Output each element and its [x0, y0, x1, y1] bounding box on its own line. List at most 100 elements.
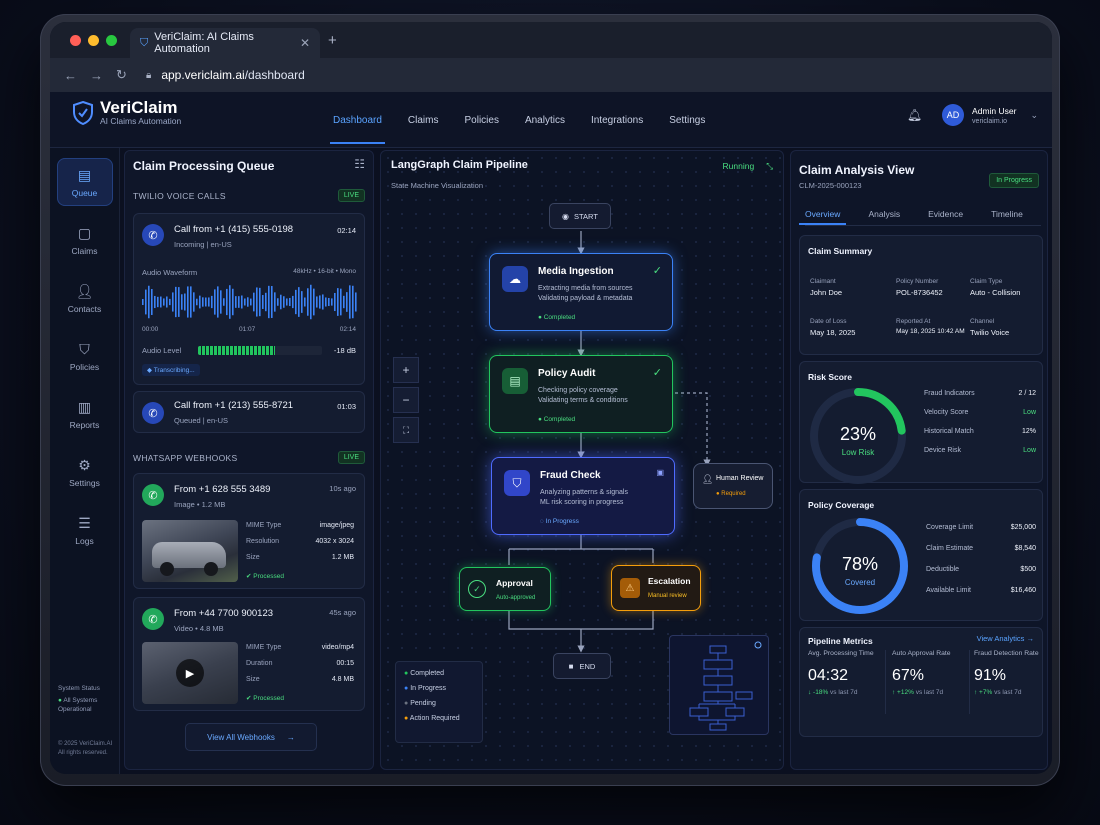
- waveform-bar: [154, 295, 156, 309]
- sidebar-item-claims[interactable]: ▢ Claims: [57, 216, 113, 264]
- summary-field: Claimant John Doe: [810, 278, 842, 297]
- sidebar-item-queue[interactable]: ▤ Queue: [56, 158, 113, 206]
- summary-field: Date of Loss May 18, 2025: [810, 318, 855, 337]
- brand-logo[interactable]: VeriClaim AI Claims Automation: [72, 99, 182, 126]
- live-badge: LIVE: [337, 189, 365, 202]
- metric-value: 91%: [974, 667, 1007, 684]
- row-value: 2 / 12: [1018, 390, 1036, 397]
- approval-node[interactable]: ✓ Approval Auto-approved: [459, 567, 551, 611]
- node-status-text: Completed: [543, 314, 576, 321]
- bell-icon[interactable]: 🔔︎: [907, 108, 922, 122]
- nav-integrations[interactable]: Integrations: [578, 92, 656, 148]
- escalation-node[interactable]: ⚠ Escalation Manual review: [611, 565, 701, 611]
- waveform-bar: [355, 292, 357, 312]
- nav-policies[interactable]: Policies: [451, 92, 511, 148]
- waveform-bar: [346, 292, 348, 312]
- shield-check-icon: ⛉: [504, 470, 530, 496]
- url-field[interactable]: app.vericlaim.ai/dashboard: [161, 68, 304, 82]
- call-card[interactable]: ✆ Call from +1 (415) 555-0198 Incoming |…: [133, 213, 365, 385]
- reload-icon[interactable]: ↻: [116, 67, 136, 83]
- media-ingestion-node[interactable]: ☁ Media Ingestion ✓ Extracting media fro…: [489, 253, 673, 331]
- sidebar-item-policies[interactable]: ⛉ Policies: [57, 332, 113, 380]
- legend-dot: ●: [404, 670, 409, 677]
- sidebar-item-contacts[interactable]: 👤︎ Contacts: [57, 274, 113, 322]
- view-all-webhooks-button[interactable]: View All Webhooks →: [185, 723, 317, 751]
- new-tab-icon[interactable]: +: [328, 32, 337, 49]
- browser-tab[interactable]: ⛉ VeriClaim: AI Claims Automation ✕: [130, 28, 320, 58]
- pipeline-metrics-card: Pipeline Metrics View Analytics → Avg. P…: [799, 627, 1043, 737]
- metric-delta-period: vs last 7d: [915, 689, 944, 696]
- call-card[interactable]: ✆ Call from +1 (213) 555-8721 Queued | e…: [133, 391, 365, 433]
- node-desc: Checking policy coverage Validating terms…: [538, 386, 628, 406]
- waveform-bar: [151, 289, 153, 315]
- user-name: Admin User: [972, 105, 1017, 116]
- node-desc-line: Analyzing patterns & signals: [540, 489, 628, 496]
- system-status-title: System Status: [58, 685, 100, 692]
- close-tab-icon[interactable]: ✕: [300, 36, 310, 50]
- nav-dashboard[interactable]: Dashboard: [320, 92, 395, 148]
- fit-view-button[interactable]: ⛶: [393, 417, 419, 443]
- user-menu[interactable]: 🔔︎ AD Admin User vericlaim.io ⌄: [907, 104, 1038, 126]
- end-node[interactable]: ■ END: [553, 653, 611, 679]
- sidebar-item-logs[interactable]: ☰ Logs: [57, 506, 113, 554]
- minimap[interactable]: [669, 635, 769, 735]
- waveform-bar: [298, 287, 300, 317]
- forward-icon[interactable]: →: [90, 68, 110, 83]
- tab-evidence[interactable]: Evidence: [928, 209, 963, 219]
- play-button-icon[interactable]: ▶: [176, 659, 204, 687]
- waveform-spec: 48kHz • 16-bit • Mono: [293, 268, 356, 275]
- tab-analysis[interactable]: Analysis: [868, 209, 900, 219]
- back-icon[interactable]: ←: [64, 68, 84, 83]
- metric-delta-value: ↑ +12%: [892, 689, 914, 696]
- section-title-whatsapp: WHATSAPP WEBHOOKS: [133, 453, 238, 463]
- brand-tagline: AI Claims Automation: [100, 116, 182, 126]
- webhook-from: From +1 628 555 3489: [174, 484, 271, 495]
- webhook-card[interactable]: ✆ From +1 628 555 3489 Image • 1.2 MB 10…: [133, 473, 365, 589]
- meta-key: Resolution: [246, 538, 280, 545]
- sidebar-item-settings[interactable]: ⚙︎ Settings: [57, 448, 113, 496]
- view-analytics-link[interactable]: View Analytics →: [977, 634, 1034, 643]
- sidebar-item-label: Contacts: [67, 303, 102, 314]
- waveform-bar: [307, 288, 309, 316]
- sidebar-item-label: Logs: [75, 535, 94, 546]
- waveform-bar: [190, 286, 192, 318]
- metric-value: 04:32: [808, 667, 849, 684]
- play-circle-icon: ◉: [562, 211, 570, 221]
- nav-analytics[interactable]: Analytics: [512, 92, 578, 148]
- waveform-bar: [322, 294, 324, 310]
- filter-icon[interactable]: ☷: [354, 157, 365, 171]
- waveform-bar: [229, 285, 231, 319]
- summary-field: Claim Type Auto - Collision: [970, 278, 1020, 297]
- waveform-bar: [271, 286, 273, 318]
- legend-item: Action Required: [409, 715, 460, 722]
- human-review-node[interactable]: 👤︎ Human Review ● Required: [693, 463, 773, 509]
- start-node[interactable]: ◉ START: [549, 203, 611, 229]
- avatar: AD: [942, 104, 965, 126]
- tab-overview[interactable]: Overview: [798, 209, 847, 225]
- fraud-check-node[interactable]: ⛉ Fraud Check ▣ Analyzing patterns & sig…: [491, 457, 675, 535]
- node-title: Human Review: [716, 475, 764, 482]
- nav-claims[interactable]: Claims: [395, 92, 452, 148]
- row-value: $500: [1020, 566, 1036, 573]
- metric-auto-approval: Auto Approval Rate 67% ↑ +12% vs last 7d: [892, 650, 970, 714]
- close-window-button[interactable]: [70, 34, 81, 46]
- webhook-from: From +44 7700 900123: [174, 608, 274, 619]
- nav-settings[interactable]: Settings: [656, 92, 718, 148]
- maximize-window-button[interactable]: [106, 34, 117, 46]
- audio-level-label: Audio Level: [142, 346, 182, 355]
- zoom-in-button[interactable]: +: [393, 357, 419, 383]
- waveform-bar: [172, 292, 174, 312]
- legend-item: Pending: [410, 700, 436, 707]
- chevron-down-icon[interactable]: ⌄: [1030, 110, 1038, 121]
- waveform-bar: [250, 298, 252, 306]
- row-key: Fraud Indicators: [924, 390, 975, 397]
- claim-analysis-panel: Claim Analysis View CLM-2025-000123 In P…: [790, 150, 1048, 770]
- policy-audit-node[interactable]: ▤ Policy Audit ✓ Checking policy coverag…: [489, 355, 673, 433]
- node-status: ● Completed: [538, 416, 576, 423]
- tab-timeline[interactable]: Timeline: [991, 209, 1023, 219]
- minimize-window-button[interactable]: [88, 34, 99, 46]
- row-value: $16,460: [1010, 587, 1036, 594]
- sidebar-item-reports[interactable]: ▥ Reports: [57, 390, 113, 438]
- webhook-card[interactable]: ✆ From +44 7700 900123 Video • 4.8 MB 45…: [133, 597, 365, 711]
- zoom-out-button[interactable]: −: [393, 387, 419, 413]
